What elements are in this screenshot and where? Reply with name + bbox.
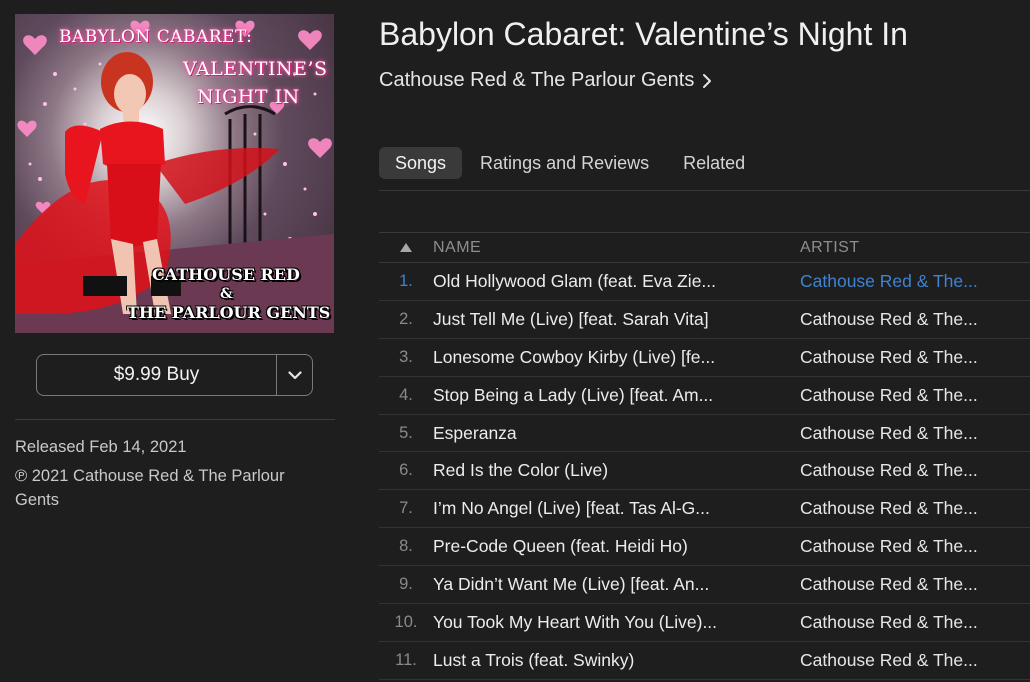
chevron-down-icon: [287, 370, 302, 379]
table-row[interactable]: 8. Pre-Code Queen (feat. Heidi Ho) Cathous…: [379, 528, 1030, 567]
buy-button-group: $9.99 Buy: [36, 354, 313, 396]
track-number: 6.: [399, 461, 413, 480]
artist-link[interactable]: Cathouse Red & The Parlour Gents: [379, 69, 712, 92]
track-artist[interactable]: Cathouse Red & The...: [800, 309, 1000, 330]
table-row[interactable]: 1. Old Hollywood Glam (feat. Eva Zie... Ca…: [379, 263, 1030, 301]
copyright-notice: ℗ 2021 Cathouse Red & The Parlour Gents: [15, 467, 285, 509]
track-artist[interactable]: Cathouse Red & The...: [800, 498, 1000, 519]
album-title: Babylon Cabaret: Valentine’s Night In: [379, 16, 908, 52]
song-table: NAME ARTIST 1. Old Hollywood Glam (feat. …: [379, 232, 1030, 680]
buy-button[interactable]: $9.99 Buy: [37, 355, 276, 395]
track-number: 10.: [394, 612, 418, 631]
track-name: Just Tell Me (Live) [feat. Sarah Vita]: [433, 308, 709, 329]
song-rows: 1. Old Hollywood Glam (feat. Eva Zie... Ca…: [379, 263, 1030, 680]
table-row[interactable]: 7. I’m No Angel (Live) [feat. Tas Al-G...…: [379, 490, 1030, 529]
track-artist[interactable]: Cathouse Red & The...: [800, 423, 1000, 444]
track-number: 3.: [399, 347, 413, 366]
artwork-artist-line-1: CATHOUSE RED: [152, 265, 300, 284]
artwork-artist-line-3: THE PARLOUR GENTS: [127, 303, 331, 322]
track-artist[interactable]: Cathouse Red & The...: [800, 650, 1000, 671]
table-row[interactable]: 6. Red Is the Color (Live) Cathouse Red & …: [379, 452, 1030, 491]
track-artist[interactable]: Cathouse Red & The...: [800, 574, 1000, 595]
album-page: BABYLON CABARET: VALENTINE’S NIGHT IN CA…: [0, 0, 1030, 682]
artwork-title-line-3: NIGHT IN: [197, 86, 300, 108]
track-name: Ya Didn’t Want Me (Live) [feat. An...: [433, 574, 710, 595]
name-column-header[interactable]: NAME: [433, 239, 800, 257]
track-number: 11.: [395, 650, 417, 669]
track-artist[interactable]: Cathouse Red & The...: [800, 460, 1000, 481]
track-artist[interactable]: Cathouse Red & The...: [800, 612, 1000, 633]
track-number: 7.: [399, 499, 413, 518]
tab-related[interactable]: Related: [667, 147, 761, 179]
tab-ratings-and-reviews[interactable]: Ratings and Reviews: [464, 147, 665, 179]
table-header: NAME ARTIST: [379, 232, 1030, 263]
artist-link-label: Cathouse Red & The Parlour Gents: [379, 69, 695, 91]
tab-divider: [379, 190, 1030, 191]
track-name: You Took My Heart With You (Live)...: [433, 611, 718, 632]
track-number: 4.: [399, 385, 413, 404]
track-name: Old Hollywood Glam (feat. Eva Zie...: [433, 270, 717, 291]
track-number: 1.: [399, 271, 413, 290]
track-artist[interactable]: Cathouse Red & The...: [800, 271, 1000, 292]
buy-options-menu-button[interactable]: [276, 355, 312, 395]
sidebar-divider: [15, 419, 335, 420]
tab-songs[interactable]: Songs: [379, 147, 463, 179]
track-number: 9.: [399, 575, 413, 594]
artist-column-header[interactable]: ARTIST: [800, 239, 1000, 257]
table-row[interactable]: 11. Lust a Trois (feat. Swinky) Cathouse R…: [379, 642, 1030, 680]
table-row[interactable]: 4. Stop Being a Lady (Live) [feat. Am... C…: [379, 377, 1030, 415]
album-artwork[interactable]: BABYLON CABARET: VALENTINE’S NIGHT IN CA…: [15, 14, 334, 333]
release-date: Released Feb 14, 2021: [15, 438, 187, 456]
table-row[interactable]: 3. Lonesome Cowboy Kirby (Live) [fe... Cat…: [379, 339, 1030, 377]
tab-bar: Songs Ratings and Reviews Related: [379, 147, 761, 179]
track-artist[interactable]: Cathouse Red & The...: [800, 536, 1000, 557]
track-artist[interactable]: Cathouse Red & The...: [800, 385, 1000, 406]
artwork-artist-line-2: &: [220, 286, 233, 302]
table-row[interactable]: 2. Just Tell Me (Live) [feat. Sarah Vita]…: [379, 301, 1030, 339]
table-row[interactable]: 9. Ya Didn’t Want Me (Live) [feat. An... C…: [379, 566, 1030, 605]
chevron-right-icon: [703, 73, 712, 88]
track-name: Lonesome Cowboy Kirby (Live) [fe...: [433, 346, 716, 367]
track-number: 5.: [399, 423, 413, 442]
track-name: Lust a Trois (feat. Swinky): [433, 649, 635, 670]
table-row[interactable]: 10. You Took My Heart With You (Live)... C…: [379, 604, 1030, 642]
track-number: 8.: [399, 537, 413, 556]
sort-ascending-icon: [400, 242, 412, 252]
sort-column-header[interactable]: [379, 239, 433, 257]
track-name: Stop Being a Lady (Live) [feat. Am...: [433, 384, 714, 405]
artwork-title-line-2: VALENTINE’S: [183, 58, 328, 80]
table-row[interactable]: 5. Esperanza Cathouse Red & The...: [379, 415, 1030, 453]
track-name: Red Is the Color (Live): [433, 460, 609, 481]
album-sidebar: BABYLON CABARET: VALENTINE’S NIGHT IN CA…: [15, 14, 335, 509]
artwork-title-line-1: BABYLON CABARET:: [59, 27, 253, 47]
track-name: Pre-Code Queen (feat. Heidi Ho): [433, 536, 688, 557]
track-artist[interactable]: Cathouse Red & The...: [800, 347, 1000, 368]
track-name: I’m No Angel (Live) [feat. Tas Al-G...: [433, 498, 710, 519]
track-number: 2.: [399, 309, 413, 328]
track-name: Esperanza: [433, 422, 517, 443]
